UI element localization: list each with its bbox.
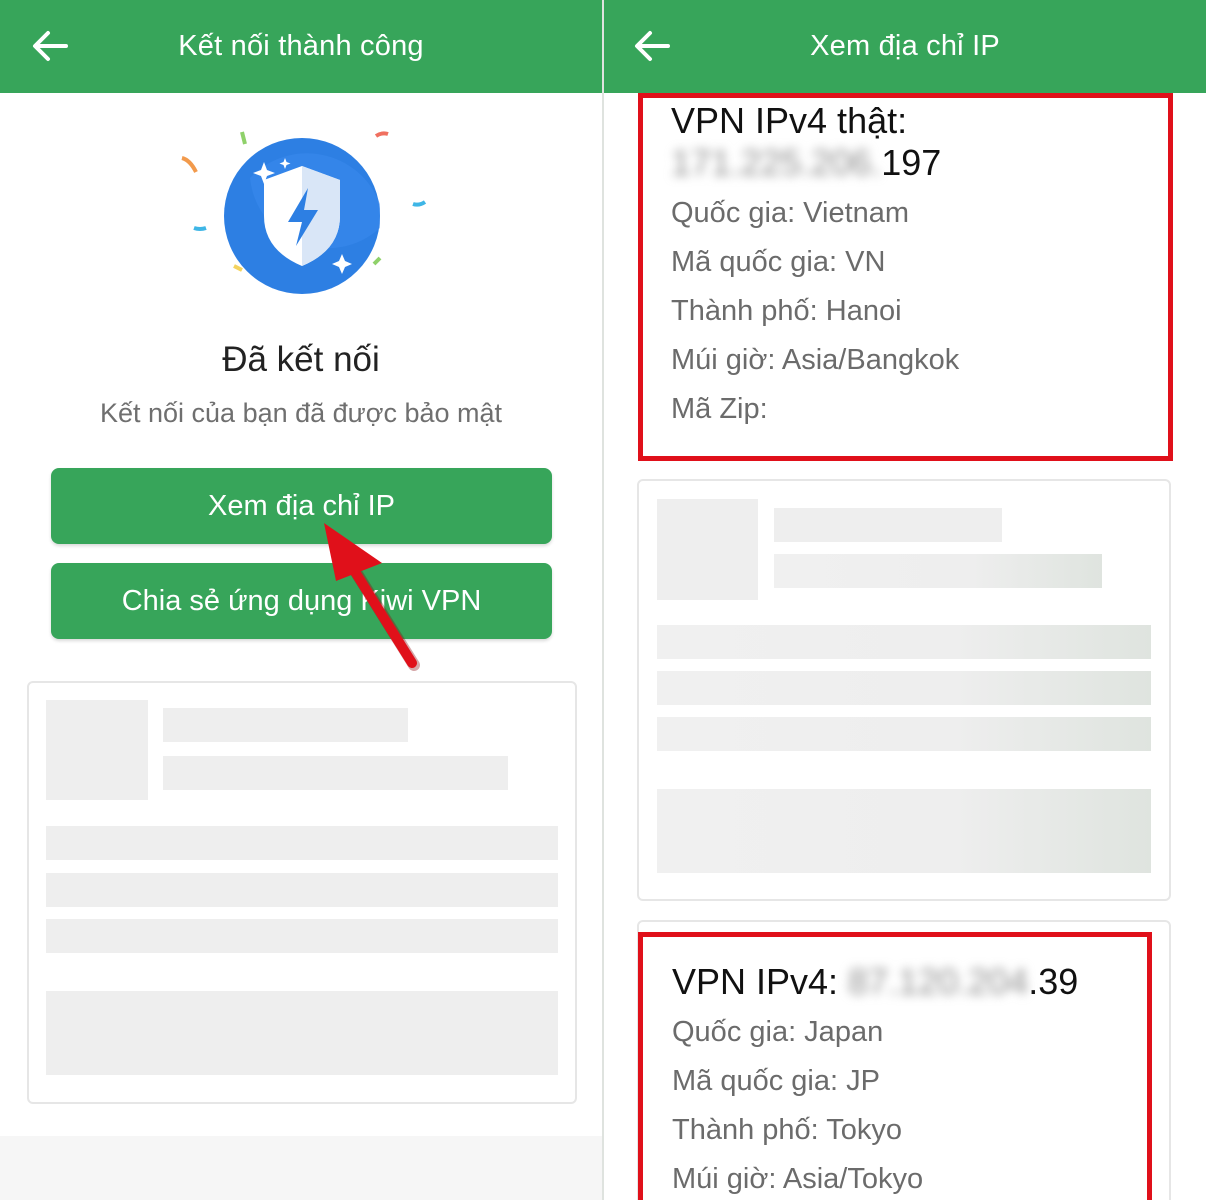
ad-line-placeholder xyxy=(163,756,508,790)
arrow-left-icon xyxy=(33,31,68,61)
left-screen: Kết nối thành công Đã kết nối Kết nối củ… xyxy=(0,0,602,1200)
page-title: Kết nối thành công xyxy=(178,30,424,62)
ad-line-placeholder xyxy=(657,671,1151,705)
shield-illustration xyxy=(170,118,432,308)
connected-status-title: Đã kết nối xyxy=(222,340,380,379)
ad-line-placeholder xyxy=(46,826,558,860)
ad-block-placeholder xyxy=(46,991,558,1075)
ad-line-placeholder xyxy=(46,873,558,907)
ad-block-placeholder xyxy=(657,789,1151,873)
share-app-button[interactable]: Chia sẻ ứng dụng Kiwi VPN xyxy=(51,563,552,639)
connected-status-subtitle: Kết nối của bạn đã được bảo mật xyxy=(99,398,503,428)
app-bar: Xem địa chỉ IP xyxy=(604,0,1206,93)
back-button[interactable] xyxy=(628,24,676,68)
page-title: Xem địa chỉ IP xyxy=(810,30,1000,62)
bottom-strip xyxy=(0,1136,602,1200)
arrow-left-icon xyxy=(635,31,670,61)
ad-line-placeholder xyxy=(163,708,408,742)
ad-line-placeholder xyxy=(657,625,1151,659)
ad-line-placeholder xyxy=(46,919,558,953)
ad-line-placeholder xyxy=(774,554,1102,588)
ad-image-placeholder xyxy=(657,499,758,600)
shield-icon xyxy=(181,131,427,294)
app-bar: Kết nối thành công xyxy=(0,0,602,93)
back-button[interactable] xyxy=(26,24,74,68)
red-highlight-box xyxy=(638,932,1152,1200)
ad-line-placeholder xyxy=(774,508,1002,542)
red-highlight-box xyxy=(638,93,1173,461)
ad-image-placeholder xyxy=(46,700,148,800)
ad-placeholder-card xyxy=(27,681,577,1104)
ad-placeholder-card xyxy=(637,479,1171,901)
right-screen: Xem địa chỉ IP VPN IPv4 thật: 171.225.20… xyxy=(604,0,1206,1200)
ad-line-placeholder xyxy=(657,717,1151,751)
view-ip-button[interactable]: Xem địa chỉ IP xyxy=(51,468,552,544)
